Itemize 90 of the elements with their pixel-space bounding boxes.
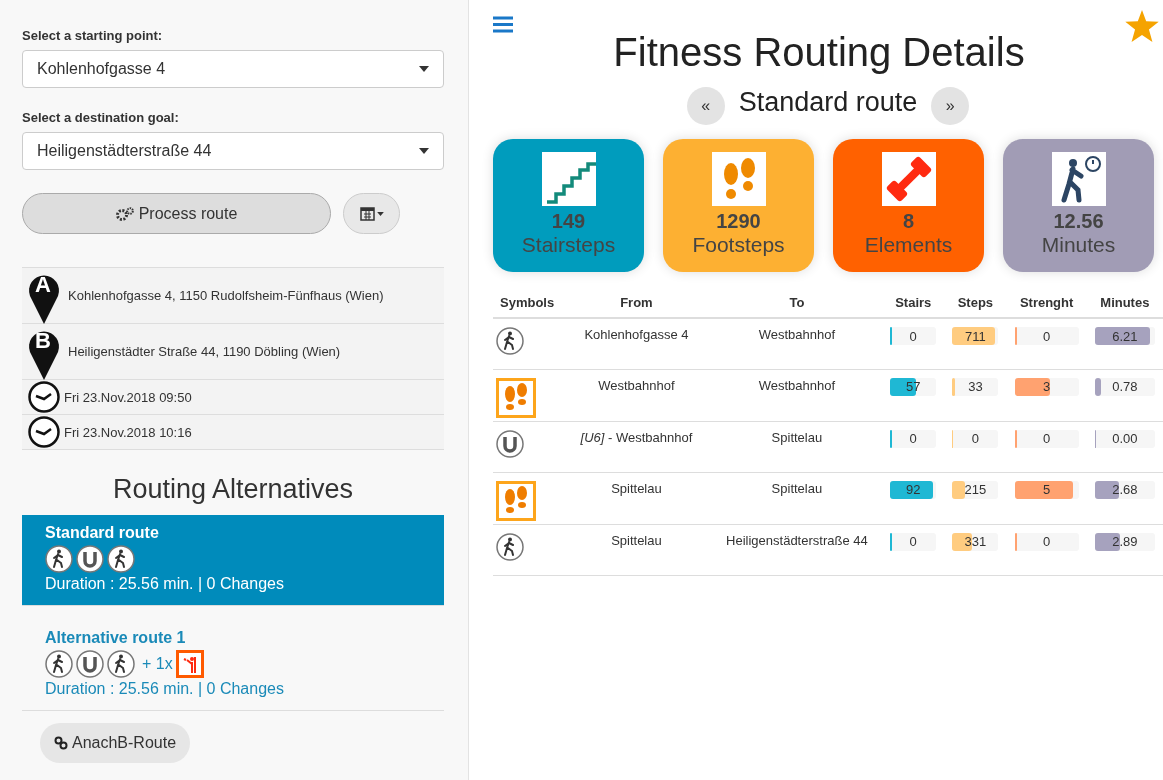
page-title: Fitness Routing Details [612,30,1026,75]
summary-text: Fri 23.Nov.2018 10:16 [64,424,192,440]
footprints-icon [711,152,766,206]
bar-value: 0 [1042,534,1051,549]
bar-value: 92 [906,482,921,497]
field-label: Select a destination goal: [22,110,180,125]
bar-value: 6.21 [1112,328,1138,344]
stat-label: Stairsteps [521,233,616,257]
table-cell: Spittelau [711,472,883,524]
footprints-icon [496,480,536,521]
table-cell: Spittelau [561,472,712,524]
caret-icon [419,66,429,72]
table-cell: Spittelau [561,524,712,575]
stat-value: 149 [551,210,586,233]
summary-text: Fri 23.Nov.2018 09:50 [64,389,192,405]
walking-person-icon [107,650,135,678]
bar-value: 0 [1042,431,1051,446]
caret-icon [419,148,429,154]
stat-value: 12.56 [1053,210,1104,233]
column-header: Minutes [1086,290,1163,318]
column-header: Stairs [882,290,945,318]
menu-icon[interactable] [493,16,513,33]
calendar-icon [359,206,375,221]
table-cell: Westbahnhof [561,369,712,421]
walking-person-icon [107,545,135,573]
footprints-icon [496,377,536,418]
caret-icon [376,211,384,216]
route-option[interactable]: Alternative route 1 + 1x Duration : 25.56 min. | 0 Changes [22,620,444,711]
bar-value: 0 [909,328,917,344]
bar-value: 0 [909,534,917,549]
calendar-dropdown-button[interactable] [343,193,400,234]
bar-value: 0.78 [1112,379,1138,394]
walking-person-icon [496,532,524,561]
walking-person-icon [496,327,524,355]
subway-icon [496,429,524,458]
column-header: From [561,290,712,318]
bar-value: 711 [965,328,986,344]
bar-value: 0.00 [1112,431,1138,446]
route-option[interactable]: Standard route Duration : 25.56 min. | 0 Changes [22,515,444,606]
bar-value: 0 [1042,328,1051,344]
bar-value: 2.89 [1112,534,1138,549]
bar-value: 215 [964,482,987,497]
bar-value: 0 [971,431,979,446]
start-select[interactable]: Kohlenhofgasse 4 [22,50,444,88]
link-icon [54,736,68,750]
next-route-button[interactable]: » [931,87,970,125]
route-name: Alternative route 1 [45,629,187,647]
summary-text: Kohlenhofgasse 4, 1150 Rudolfsheim-Fünfhaus (Wien) [68,288,384,303]
subway-icon [76,545,104,573]
table-cell: [U6] - Westbahnhof [561,421,712,472]
bar-value: 0 [909,431,917,446]
star-icon[interactable] [1125,10,1159,42]
stretching-person-icon [175,650,204,678]
table-cell: Heiligenstädterstraße 44 [711,524,883,575]
stat-label: Minutes [1041,233,1116,257]
column-header: Strenght [1006,290,1087,318]
stat-value: 1290 [716,210,761,233]
column-header: To [711,290,883,318]
subway-icon [76,650,104,678]
column-header: Steps [944,290,1007,318]
bar-value: 5 [1042,482,1051,497]
destination-select[interactable]: Heiligenstädterstraße 44 [22,132,444,170]
bar-value: 2.68 [1112,482,1138,497]
section-title: Routing Alternatives [111,474,355,505]
stat-label: Footsteps [692,233,785,257]
route-duration: Duration : 25.56 min. | 0 Changes [45,680,285,698]
stairs-icon [541,152,596,206]
table-cell: Westbahnhof [711,318,883,369]
gears-icon [115,206,134,221]
stat-value: 8 [902,210,915,233]
walking-stopwatch-icon [1051,152,1106,206]
walking-person-icon [45,650,73,678]
bar-value: 33 [968,379,983,394]
table-cell: Spittelau [711,421,883,472]
summary-text: Heiligenstädter Straße 44, 1190 Döbling (Wien) [68,344,341,359]
table-cell: Kohlenhofgasse 4 [561,318,712,369]
walking-person-icon [45,545,73,573]
stat-label: Elements [864,233,953,257]
bar-value: 3 [1042,379,1051,394]
route-name: Standard route [45,524,160,542]
field-label: Select a starting point: [22,28,164,43]
dumbbell-icon [881,152,936,206]
previous-route-button[interactable]: « [686,87,725,125]
route-title: Standard route [738,86,918,118]
column-header: Symbols [493,290,562,318]
route-duration: Duration : 25.56 min. | 0 Changes [45,575,285,593]
table-cell: Westbahnhof [711,369,883,421]
anachb-route-link[interactable]: AnachB-Route [40,723,191,763]
extra-count: + 1x [142,655,173,673]
process-route-button[interactable]: Process route [22,193,331,234]
